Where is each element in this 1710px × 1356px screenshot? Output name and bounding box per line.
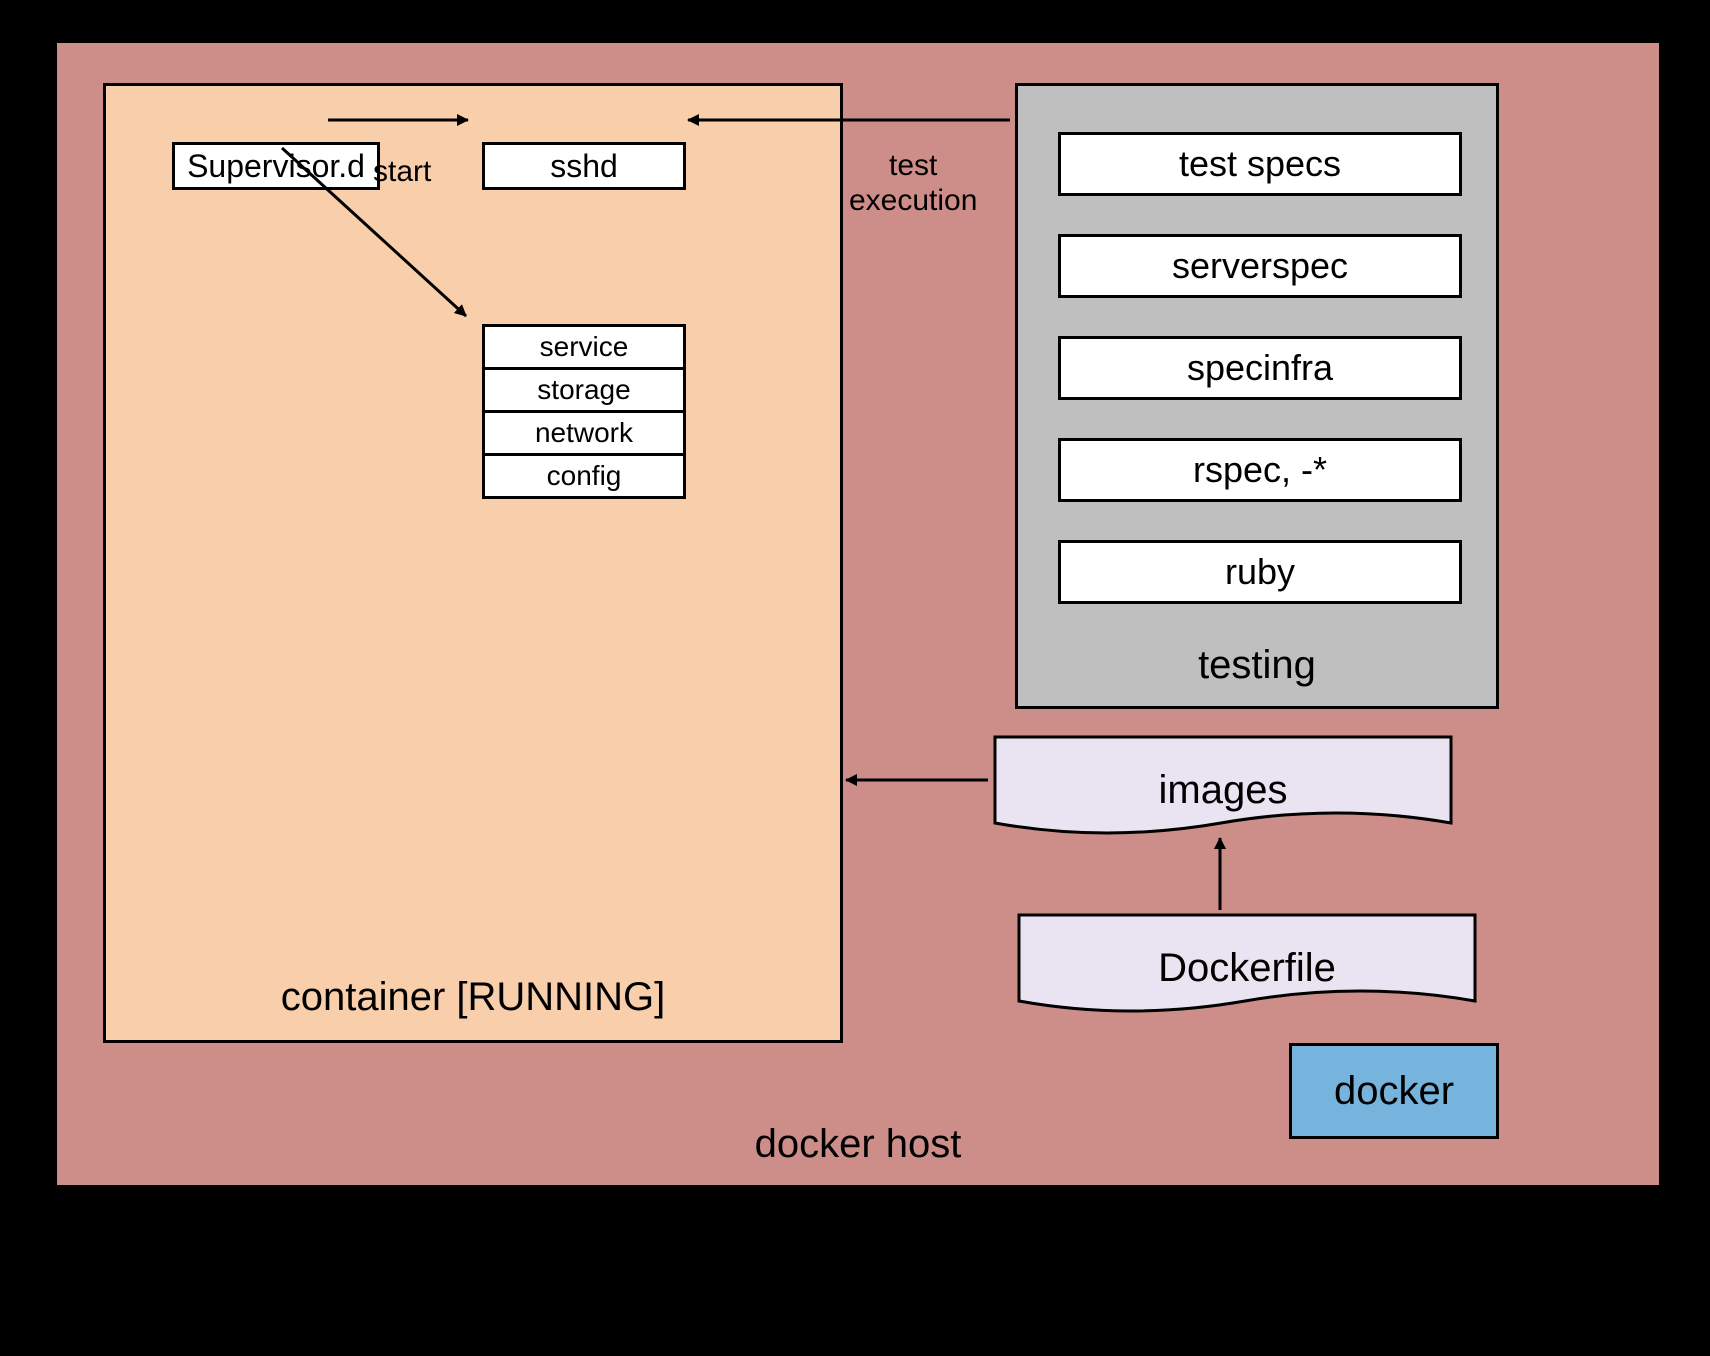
docker-host-box: docker host container [RUNNING] Supervis… [54,40,1662,1188]
diagram-stage: docker host container [RUNNING] Supervis… [0,0,1710,1356]
test-item-serverspec: serverspec [1058,234,1462,298]
test-item-specinfra: specinfra [1058,336,1462,400]
stack-row-service: service [485,327,683,370]
test-item-specs: test specs [1058,132,1462,196]
test-item-ruby: ruby [1058,540,1462,604]
container-box: container [RUNNING] Supervisor.d sshd se… [103,83,843,1043]
test-item-rspec: rspec, -* [1058,438,1462,502]
stack-row-config: config [485,456,683,496]
testing-label: testing [1018,643,1496,688]
docker-label: docker [1334,1069,1454,1114]
dockerfile-doc: Dockerfile [1017,913,1477,1023]
edge-label-test-execution: test execution [849,149,977,218]
edge-label-start: start [373,155,431,189]
supervisor-box: Supervisor.d [172,142,380,190]
container-label: container [RUNNING] [106,975,840,1020]
images-doc: images [993,735,1453,845]
dockerfile-label: Dockerfile [1017,913,1477,1023]
images-label: images [993,735,1453,845]
docker-box: docker [1289,1043,1499,1139]
sshd-label: sshd [550,148,618,185]
stack-row-network: network [485,413,683,456]
stack-row-storage: storage [485,370,683,413]
supervisor-label: Supervisor.d [187,148,365,185]
sshd-box: sshd [482,142,686,190]
container-stack: service storage network config [482,324,686,499]
testing-box: testing test specs serverspec specinfra … [1015,83,1499,709]
